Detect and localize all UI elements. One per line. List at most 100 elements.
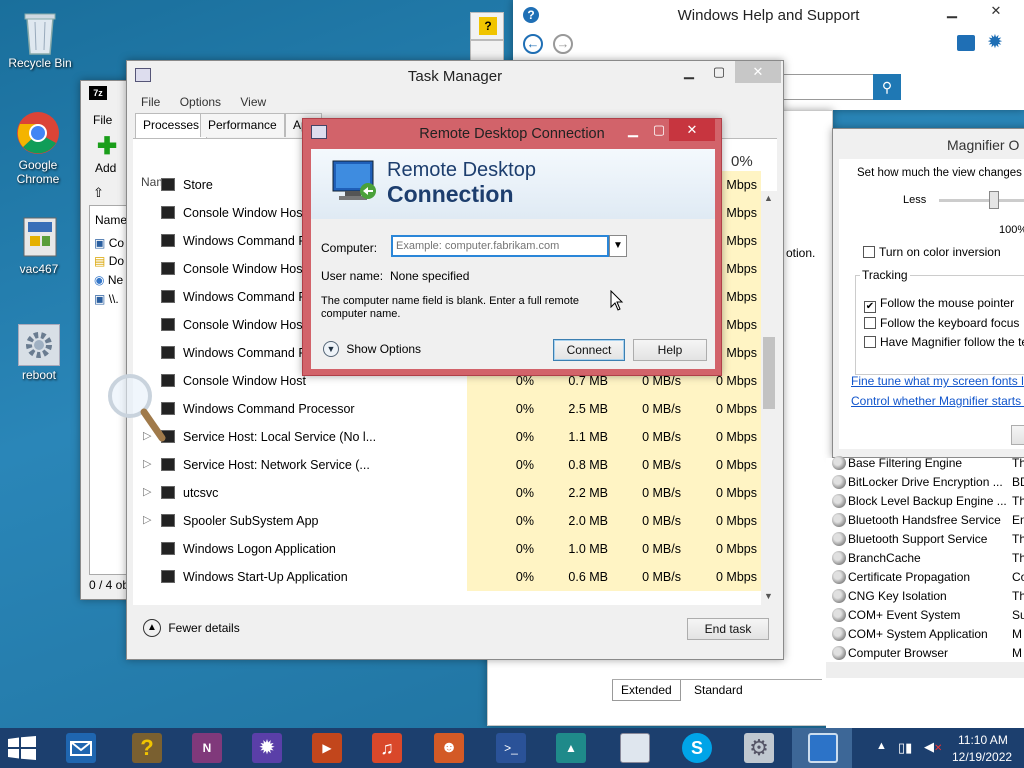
minimize-button[interactable]: ▁ [938,0,966,22]
clock-time[interactable]: 11:10 AM [958,733,1008,747]
table-row[interactable]: ▷ Service Host: Network Service (... 0% 0.8… [133,451,777,479]
magnifier-startup-link[interactable]: Control whether Magnifier starts v [851,394,1024,408]
close-button[interactable]: ✕ [669,119,715,141]
taskbar-onenote[interactable]: N [176,728,236,768]
service-row[interactable]: BranchCache Th [832,549,1024,568]
list-item[interactable]: ▤ Do [94,254,124,268]
table-row[interactable]: ▷ Spooler SubSystem App 0% 2.0 MB 0 MB/s 0 Mb… [133,507,777,535]
service-row[interactable]: Block Level Backup Engine ... Th [832,492,1024,511]
menu-file[interactable]: File [141,95,160,109]
minimize-button[interactable]: ▁ [619,119,647,141]
service-row[interactable]: Certificate Propagation Co [832,568,1024,587]
scroll-up-icon[interactable]: ▲ [764,193,773,203]
list-item[interactable]: ▣ \\. [94,292,119,306]
taskbar-help[interactable]: ? [116,728,176,768]
table-row[interactable]: Windows Command Processor 0% 2.5 MB 0 MB/s 0… [133,395,777,423]
magnifier-lens-icon[interactable] [106,372,168,447]
cell-cpu: 0% [467,535,540,563]
expand-chevron-icon[interactable]: ▷ [143,485,151,498]
help-search-button[interactable]: ⚲ [873,74,901,100]
desktop-icon-google-chrome[interactable]: Google Chrome [2,110,74,186]
computer-input[interactable] [391,235,609,257]
fewer-details-label: Fewer details [168,621,240,635]
scrollbar[interactable]: ▲ ▼ [761,191,777,605]
table-row[interactable]: ▷ utcsvc 0% 2.2 MB 0 MB/s 0 Mbps [133,479,777,507]
up-folder-icon[interactable]: ⇧ [93,185,104,201]
tab-extended[interactable]: Extended [612,680,681,701]
magnifier-ok-button[interactable] [1011,425,1024,445]
settings-gear-icon[interactable]: ✹ [987,33,1003,52]
menu-view[interactable]: View [240,95,266,109]
services-hscroll[interactable] [826,662,1024,678]
service-row[interactable]: CNG Key Isolation Th [832,587,1024,606]
scroll-thumb[interactable] [763,337,775,409]
service-row[interactable]: COM+ Event System Su [832,606,1024,625]
maximize-button[interactable]: ▢ [705,61,733,83]
tab-standard[interactable]: Standard [686,680,751,700]
taskbar-mail[interactable] [50,728,110,768]
service-row[interactable]: Base Filtering Engine Th [832,454,1024,473]
help-search-input[interactable] [783,74,873,100]
list-item[interactable]: ▣ Co [94,236,124,250]
expand-chevron-icon[interactable]: ▷ [143,513,151,526]
back-button[interactable]: ← [523,34,543,54]
taskbar-remote-desktop[interactable] [792,728,852,768]
tray-chevron-icon[interactable]: ▲ [876,740,887,752]
minimize-button[interactable]: ▁ [675,61,703,83]
color-inversion-checkbox[interactable]: Turn on color inversion [863,245,1001,259]
checkbox-label: Follow the keyboard focus [880,316,1020,330]
desktop-icon-vac467[interactable]: vac467 [3,214,75,276]
service-row[interactable]: Bluetooth Handsfree Service En [832,511,1024,530]
taskbar-skype[interactable]: S [666,728,726,768]
end-task-button[interactable]: End task [687,618,769,640]
connect-button[interactable]: Connect [553,339,625,361]
add-icon[interactable]: ✚ [97,135,117,159]
menu-file[interactable]: File [93,113,112,127]
recycle-bin-icon [17,8,63,55]
table-row[interactable]: ▷ Service Host: Local Service (No l... 0% 1… [133,423,777,451]
menu-options[interactable]: Options [180,95,221,109]
follow-text-checkbox[interactable]: Have Magnifier follow the te [864,335,1024,349]
volume-icon[interactable]: ◀✕ [924,739,942,755]
scroll-down-icon[interactable]: ▼ [764,591,773,601]
service-row[interactable]: Bluetooth Support Service Th [832,530,1024,549]
service-name: Block Level Backup Engine ... [848,494,1007,508]
print-icon[interactable] [957,35,975,51]
forward-button[interactable]: → [553,34,573,54]
taskbar-music[interactable]: ♫ [356,728,416,768]
clock-date[interactable]: 12/19/2022 [952,750,1012,764]
slider-thumb[interactable] [989,191,999,209]
taskbar-video[interactable]: ▶ [296,728,356,768]
desktop-icon-reboot[interactable]: reboot [3,324,75,382]
service-row[interactable]: BitLocker Drive Encryption ... BD [832,473,1024,492]
taskbar-powershell[interactable]: >_ [480,728,540,768]
help-button[interactable]: Help [633,339,707,361]
taskbar-reboot[interactable]: ⚙ [728,728,788,768]
fewer-details-button[interactable]: ▲ Fewer details [143,619,240,639]
service-row[interactable]: COM+ System Application M [832,625,1024,644]
zoom-slider[interactable] [939,191,1024,209]
taskbar-task-manager[interactable] [604,728,664,768]
list-item[interactable]: ◉ Ne [94,273,123,287]
service-row[interactable]: Computer Browser M [832,644,1024,663]
table-row[interactable]: Windows Logon Application 0% 1.0 MB 0 MB/s 0… [133,535,777,563]
taskbar-people[interactable]: ☻☻ [418,728,478,768]
close-button[interactable]: ✕ [735,61,781,83]
taskbar-settings[interactable]: ✹ [236,728,296,768]
computer-dropdown-button[interactable]: ▼ [609,235,627,257]
expand-chevron-icon[interactable]: ▷ [143,457,151,470]
tab-performance[interactable]: Performance [200,113,285,137]
close-button[interactable]: ✕ [982,0,1010,22]
network-icon[interactable]: ▯▮ [898,740,912,756]
service-gear-icon [832,494,846,508]
fine-tune-fonts-link[interactable]: Fine tune what my screen fonts lo [851,374,1024,388]
start-button[interactable] [8,736,36,760]
show-options-button[interactable]: ▼ Show Options [323,341,421,357]
follow-keyboard-checkbox[interactable]: Follow the keyboard focus [864,316,1019,330]
follow-mouse-checkbox[interactable]: ✔ Follow the mouse pointer [864,296,1014,313]
tab-processes[interactable]: Processes [135,113,208,138]
table-row[interactable]: Windows Start-Up Application 0% 0.6 MB 0 MB… [133,563,777,591]
taskbar-photos[interactable]: ▲ [540,728,600,768]
desktop-icon-recycle-bin[interactable]: Recycle Bin [4,8,76,70]
col-name[interactable]: Name [95,213,127,227]
